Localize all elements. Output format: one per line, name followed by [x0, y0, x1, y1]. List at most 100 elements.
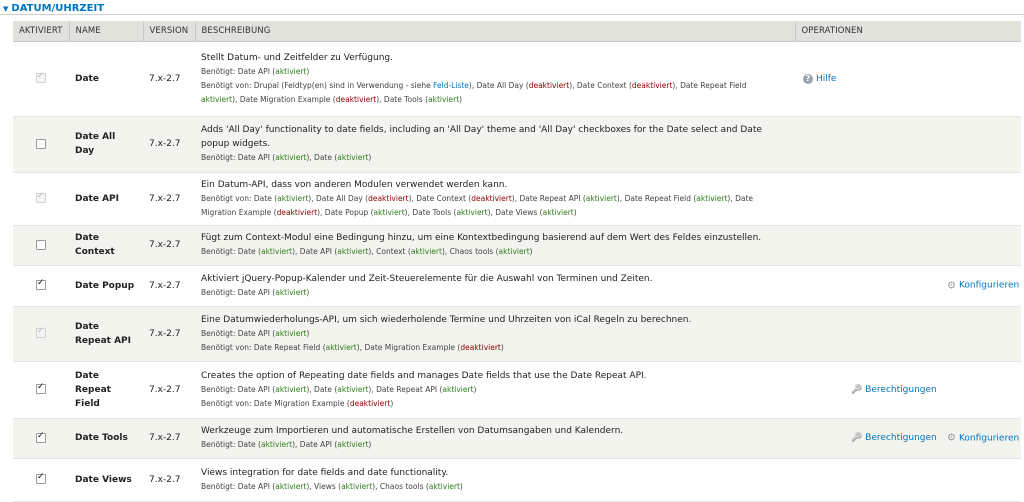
- column-header-operations: OPERATIONEN: [795, 21, 1021, 42]
- column-header-description: BESCHREIBUNG: [195, 21, 796, 42]
- status-enabled: aktiviert: [428, 94, 460, 104]
- requirement-text: Benötigt von: Date Repeat Field (: [201, 342, 326, 352]
- table-row: Date All Day 7.x-2.7 Adds 'All Day' functi…: [13, 116, 1021, 173]
- module-requirements: Benötigt: Date API (aktiviert), Date (ak…: [201, 151, 789, 165]
- module-requirements: Benötigt von: Date Repeat Field (aktivie…: [201, 341, 789, 355]
- status-enabled: aktiviert: [410, 247, 442, 256]
- module-enable-checkbox[interactable]: [36, 472, 46, 485]
- requirement-text: ), Chaos tools (: [441, 247, 499, 256]
- module-version: 7.x-2.7: [143, 172, 195, 226]
- requirement-text: ), Views (: [306, 481, 342, 491]
- status-enabled: aktiviert: [696, 193, 728, 203]
- requirement-text: ), Date (: [306, 384, 338, 394]
- module-name: Date: [69, 41, 143, 117]
- module-enable-checkbox[interactable]: [36, 278, 46, 291]
- requirement-text: ), Date Tools (: [376, 94, 429, 104]
- module-version: 7.x-2.7: [143, 116, 195, 173]
- table-row: Date Repeat API7.x-2.7 Eine Datumwiederho…: [13, 306, 1021, 362]
- module-name: Date API: [69, 172, 143, 226]
- module-enable-checkbox[interactable]: [36, 382, 46, 395]
- module-requirements: Migration Example (deaktiviert), Date Po…: [201, 206, 789, 220]
- requirement-text: ), Date Repeat API (: [368, 384, 443, 394]
- requirement-text: ), Context (: [368, 247, 411, 256]
- operations-cell: [795, 225, 1021, 266]
- module-requirements: Benötigt: Date API (aktiviert), Date (ak…: [201, 383, 789, 397]
- module-version: 7.x-2.7: [143, 41, 195, 117]
- enabled-cell: [13, 41, 69, 117]
- requirement-text: ), Date (: [306, 153, 338, 162]
- berechtigungen-link[interactable]: 🔑 Berechtigungen: [851, 433, 937, 443]
- requirement-text: ): [529, 247, 533, 256]
- module-requirements: Benötigt von: Date Migration Example (de…: [201, 397, 789, 411]
- status-enabled: aktiviert: [442, 384, 474, 394]
- requirement-text: ), Date Migration Example (: [232, 94, 336, 104]
- module-description: Eine Datumwiederholungs-API, um sich wie…: [201, 314, 692, 325]
- status-enabled: aktiviert: [275, 481, 307, 491]
- module-description: Stellt Datum- und Zeitfelder zu Verfügun…: [201, 52, 394, 63]
- table-row: Date API7.x-2.7 Ein Datum-API, dass von a…: [13, 172, 1021, 226]
- status-disabled: deaktiviert: [528, 80, 570, 90]
- gear-icon: ⚙: [947, 280, 956, 291]
- module-description-cell: Ein Datum-API, dass von anderen Modulen …: [195, 172, 795, 226]
- module-description: Creates the option of Repeating date fie…: [201, 370, 647, 381]
- module-description-cell: Eine Datumwiederholungs-API, um sich wie…: [195, 306, 795, 362]
- module-description-cell: Aktiviert jQuery-Popup-Kalender und Zeit…: [195, 265, 795, 307]
- konfigurieren-link[interactable]: ⚙ Konfigurieren: [947, 433, 1019, 444]
- module-description-cell: Fügt zum Context-Modul eine Bedingung hi…: [195, 225, 795, 266]
- operation-label: Berechtigungen: [865, 433, 937, 443]
- status-enabled: aktiviert: [337, 153, 369, 162]
- module-description-cell: Views integration for date fields and da…: [195, 458, 795, 502]
- enabled-cell: [13, 225, 69, 266]
- module-enable-checkbox[interactable]: [36, 138, 46, 149]
- requirement-text: ), Date Context (: [569, 80, 632, 90]
- enabled-cell: [13, 306, 69, 362]
- status-enabled: aktiviert: [275, 287, 307, 297]
- module-name: Date Repeat API: [69, 306, 143, 362]
- requirement-text: ), Date API (: [292, 247, 338, 256]
- operation-label: Berechtigungen: [865, 384, 937, 395]
- module-name: Date All Day: [69, 116, 143, 173]
- requirement-text: ): [500, 342, 504, 352]
- requirement-text: ): [573, 207, 577, 217]
- status-enabled: aktiviert: [428, 481, 460, 491]
- requirement-text: Benötigt: Date API (: [201, 66, 276, 76]
- table-row: Date Views7.x-2.7 Views integration for d…: [13, 458, 1021, 502]
- requirement-text: Benötigt von: Drupal (Feldtyp(en) sind i…: [201, 80, 434, 90]
- module-version: 7.x-2.7: [143, 225, 195, 266]
- operations-cell: 🔑 Berechtigungen ⚙ Konfigurieren: [795, 418, 1021, 459]
- key-icon: 🔑: [851, 433, 863, 443]
- requirement-text: Benötigt von: Date Migration Example (: [201, 398, 350, 408]
- berechtigungen-link[interactable]: 🔑 Berechtigungen: [851, 385, 937, 395]
- table-row: Date Repeat Field7.x-2.7 Creates the opti…: [13, 361, 1021, 419]
- konfigurieren-link[interactable]: ⚙ Konfigurieren: [947, 280, 1019, 291]
- module-enable-checkbox[interactable]: [36, 239, 46, 250]
- module-description: Fügt zum Context-Modul eine Bedingung hi…: [201, 233, 762, 243]
- status-disabled: deaktiviert: [276, 207, 318, 217]
- requirement-text: ): [368, 153, 372, 162]
- requirement-text: ), Date Migration Example (: [356, 342, 461, 352]
- module-description: Views integration for date fields and da…: [201, 467, 449, 478]
- status-enabled: aktiviert: [373, 207, 405, 217]
- module-requirements: Benötigt von: Drupal (Feldtyp(en) sind i…: [201, 79, 789, 93]
- requirement-text: ), Date Repeat Field (: [616, 193, 697, 203]
- operations-cell: 🔑 Berechtigungen: [795, 361, 1021, 419]
- status-disabled: deaktiviert: [349, 398, 391, 408]
- requirement-text: ): [306, 66, 310, 76]
- status-enabled: aktiviert: [260, 440, 293, 449]
- modules-table: AKTIVIERT NAME VERSION BESCHREIBUNG OPER…: [13, 21, 1021, 502]
- operations-cell: ? Hilfe: [795, 41, 1021, 117]
- field-list-link[interactable]: Feld-Liste: [433, 81, 469, 90]
- requirement-text: ), Chaos tools (: [372, 481, 429, 491]
- hilfe-link[interactable]: ? Hilfe: [803, 73, 836, 84]
- status-enabled: aktiviert: [277, 193, 309, 203]
- status-enabled: aktiviert: [337, 247, 369, 256]
- module-requirements: aktiviert ), Date Migration Example (deak…: [201, 93, 789, 107]
- status-disabled: deaktiviert: [335, 94, 377, 104]
- module-enable-checkbox: [36, 71, 46, 84]
- requirement-text: ): [306, 287, 310, 297]
- module-description: Ein Datum-API, dass von anderen Modulen …: [201, 179, 508, 190]
- operation-label: Konfigurieren: [958, 433, 1020, 443]
- module-enable-checkbox[interactable]: [36, 431, 46, 443]
- module-description-cell: Creates the option of Repeating date fie…: [195, 361, 795, 419]
- requirement-text: ), Date Repeat API (: [511, 193, 586, 203]
